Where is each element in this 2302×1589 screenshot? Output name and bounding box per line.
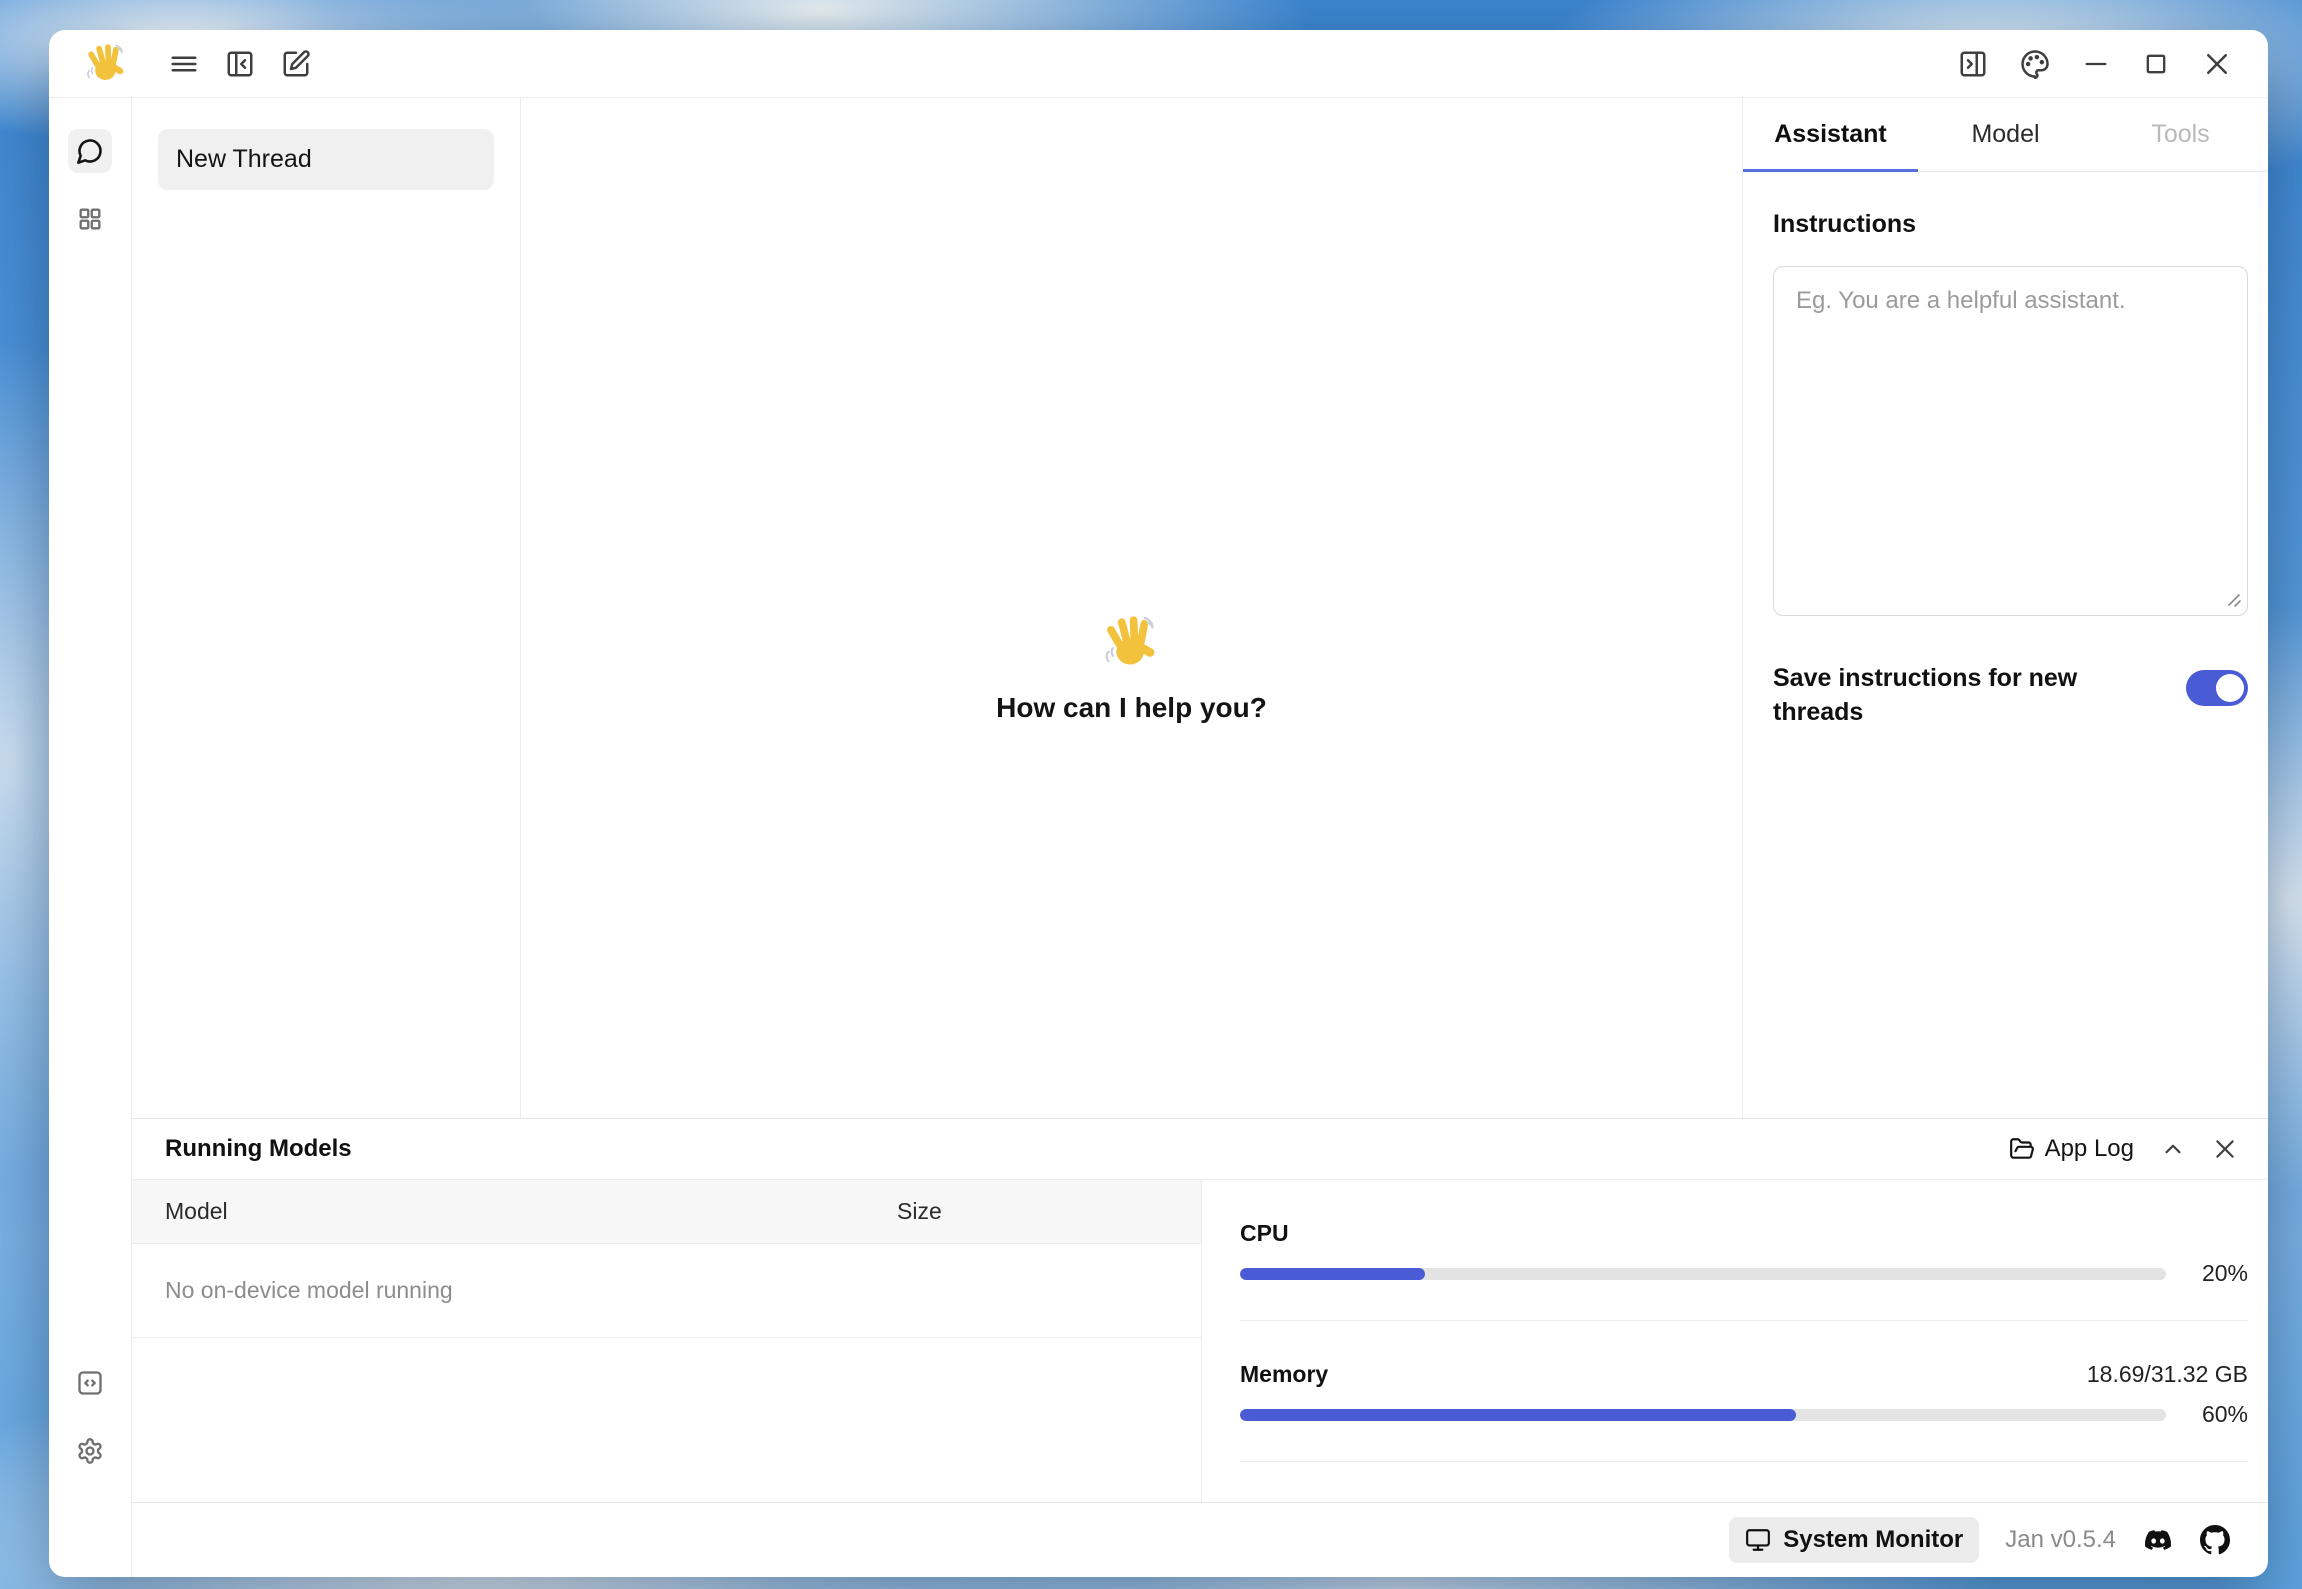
- close-monitor-button[interactable]: [2212, 1136, 2238, 1162]
- discord-icon[interactable]: [2142, 1527, 2174, 1553]
- main-row: New Thread: [49, 98, 2268, 1577]
- assistant-tab-body: Instructions Save instructions for new t…: [1743, 172, 2268, 730]
- cpu-bar-row: 20%: [1240, 1260, 2248, 1287]
- gear-icon: [76, 1437, 104, 1465]
- column-header-model: Model: [132, 1198, 228, 1225]
- app-logo-wave-icon: [83, 41, 129, 87]
- no-model-message: No on-device model running: [165, 1277, 453, 1304]
- rail-local-api-button[interactable]: [68, 1361, 112, 1405]
- chat-bubble-icon: [76, 137, 104, 165]
- minimize-icon: [2082, 50, 2110, 78]
- app-window: New Thread: [49, 30, 2268, 1577]
- running-models-title: Running Models: [165, 1135, 352, 1163]
- memory-bar-track: [1240, 1409, 2166, 1421]
- menu-button[interactable]: [169, 49, 199, 79]
- theme-button[interactable]: [2020, 49, 2050, 79]
- thread-item[interactable]: New Thread: [158, 129, 494, 190]
- cpu-percent: 20%: [2190, 1260, 2248, 1287]
- system-monitor-button[interactable]: System Monitor: [1729, 1517, 1979, 1563]
- grid-icon: [76, 205, 104, 233]
- chat-area: How can I help you?: [521, 98, 1742, 1118]
- collapse-monitor-button[interactable]: [2160, 1136, 2186, 1162]
- greeting-text: How can I help you?: [996, 692, 1267, 724]
- icon-rail: [49, 98, 132, 1577]
- column-header-size: Size: [897, 1198, 942, 1225]
- desktop-background: New Thread: [0, 0, 2302, 1589]
- memory-percent: 60%: [2190, 1401, 2248, 1428]
- top-area: New Thread: [132, 98, 2268, 1118]
- app-version: Jan v0.5.4: [2005, 1526, 2116, 1554]
- right-panel: Assistant Model Tools Instructions: [1742, 98, 2268, 1118]
- thread-list: New Thread: [132, 98, 521, 1118]
- memory-label: Memory: [1240, 1361, 1328, 1388]
- memory-bar-fill: [1240, 1409, 1796, 1421]
- palette-icon: [2020, 49, 2050, 79]
- tab-tools-label: Tools: [2151, 120, 2209, 149]
- minimize-button[interactable]: [2082, 50, 2110, 78]
- close-monitor-icon: [2212, 1136, 2238, 1162]
- divider: [1240, 1320, 2248, 1321]
- monitor-panel-header: Running Models App Log: [132, 1119, 2268, 1180]
- tab-assistant[interactable]: Assistant: [1743, 98, 1918, 171]
- cpu-bar-fill: [1240, 1268, 1425, 1280]
- save-instructions-toggle[interactable]: [2186, 670, 2248, 706]
- tab-model[interactable]: Model: [1918, 98, 2093, 171]
- title-bar: [49, 30, 2268, 98]
- thread-item-label: New Thread: [176, 145, 312, 174]
- maximize-button[interactable]: [2142, 50, 2170, 78]
- system-monitor-panel: Running Models App Log: [132, 1118, 2268, 1503]
- rail-settings-button[interactable]: [68, 1429, 112, 1473]
- folder-open-icon: [2009, 1136, 2035, 1162]
- panel-left-icon: [225, 49, 255, 79]
- save-instructions-label: Save instructions for new threads: [1773, 662, 2103, 730]
- collapse-right-panel-button[interactable]: [1958, 49, 1988, 79]
- close-icon: [2202, 49, 2232, 79]
- empty-chat-greeting: How can I help you?: [996, 612, 1267, 724]
- divider: [1240, 1461, 2248, 1462]
- chevron-up-icon: [2160, 1136, 2186, 1162]
- table-empty-row: No on-device model running: [132, 1244, 1201, 1338]
- right-panel-tabs: Assistant Model Tools: [1743, 98, 2268, 172]
- cpu-label: CPU: [1240, 1220, 1289, 1247]
- panel-right-icon: [1958, 49, 1988, 79]
- close-button[interactable]: [2202, 49, 2232, 79]
- wave-hand-icon: [1100, 612, 1162, 674]
- app-log-label: App Log: [2045, 1135, 2134, 1163]
- app-log-button[interactable]: App Log: [2009, 1135, 2134, 1163]
- hamburger-icon: [169, 49, 199, 79]
- status-bar: System Monitor Jan v0.5.4: [132, 1503, 2268, 1577]
- tab-assistant-label: Assistant: [1774, 120, 1887, 149]
- toggle-knob: [2216, 674, 2244, 702]
- tab-tools[interactable]: Tools: [2093, 98, 2268, 171]
- code-icon: [76, 1369, 104, 1397]
- instructions-heading: Instructions: [1773, 210, 2248, 239]
- monitor-icon: [1745, 1527, 1771, 1553]
- rail-threads-button[interactable]: [68, 129, 112, 173]
- system-monitor-label: System Monitor: [1783, 1526, 1963, 1554]
- github-icon[interactable]: [2200, 1525, 2230, 1555]
- rail-hub-button[interactable]: [68, 197, 112, 241]
- system-usage-section: CPU 20% Memory 18.69/31: [1202, 1180, 2268, 1502]
- new-thread-button[interactable]: [281, 49, 311, 79]
- tab-model-label: Model: [1971, 120, 2039, 149]
- save-instructions-row: Save instructions for new threads: [1773, 662, 2248, 730]
- instructions-field-wrap: [1773, 266, 2248, 616]
- collapse-left-panel-button[interactable]: [225, 49, 255, 79]
- cpu-bar-track: [1240, 1268, 2166, 1280]
- active-tab-underline: [1743, 169, 1918, 172]
- instructions-textarea[interactable]: [1773, 266, 2248, 616]
- edit-icon: [281, 49, 311, 79]
- memory-usage: 18.69/31.32 GB: [2087, 1361, 2248, 1388]
- resize-handle[interactable]: [2227, 593, 2241, 607]
- memory-bar-row: 60%: [1240, 1401, 2248, 1428]
- table-header-row: Model Size: [132, 1180, 1201, 1244]
- maximize-icon: [2142, 50, 2170, 78]
- monitor-panel-body: Model Size No on-device model running CP…: [132, 1180, 2268, 1502]
- content-column: New Thread: [132, 98, 2268, 1577]
- running-models-table: Model Size No on-device model running: [132, 1180, 1202, 1502]
